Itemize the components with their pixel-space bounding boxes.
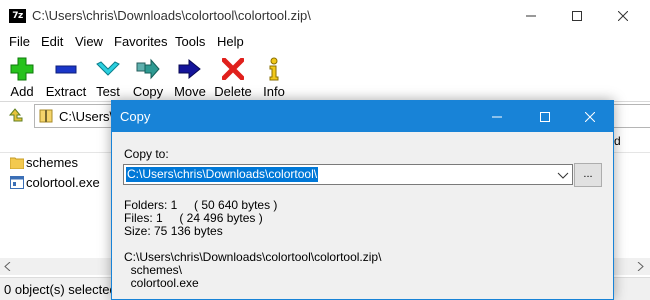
chevron-down-icon <box>557 172 569 179</box>
copy-button[interactable]: Copy <box>132 52 164 100</box>
copy-label: Copy <box>132 84 164 99</box>
menu-edit[interactable]: Edit <box>41 34 63 49</box>
add-button[interactable]: Add <box>8 52 36 100</box>
archive-path: C:\Users\chris\Downloads\colortool\color… <box>124 250 382 264</box>
toolbar: Add Extract Test Copy Move Delete Info <box>0 52 650 100</box>
move-button[interactable]: Move <box>173 52 207 100</box>
copy-to-label: Copy to: <box>124 147 169 161</box>
delete-button[interactable]: Delete <box>214 52 252 100</box>
destination-path-value: C:\Users\chris\Downloads\colortool\ <box>126 167 319 182</box>
close-button[interactable] <box>600 0 646 32</box>
folders-info: Folders: 1 ( 50 640 bytes ) <box>124 198 278 212</box>
plus-icon <box>9 56 35 82</box>
archive-item-colortool: colortool.exe <box>124 276 199 290</box>
menu-view[interactable]: View <box>75 34 103 49</box>
dialog-maximize-button[interactable] <box>522 101 568 132</box>
status-text: 0 object(s) selected <box>4 282 117 297</box>
seven-zip-app-icon: 7z <box>9 9 26 23</box>
add-label: Add <box>10 84 34 99</box>
menu-file[interactable]: File <box>9 34 30 49</box>
minimize-button[interactable] <box>508 0 554 32</box>
maximize-icon <box>572 11 582 21</box>
window-title: C:\Users\chris\Downloads\colortool\color… <box>32 8 311 23</box>
maximize-button[interactable] <box>554 0 600 32</box>
archive-item-schemes: schemes\ <box>124 263 183 277</box>
up-folder-button[interactable] <box>4 105 26 127</box>
column-header[interactable]: d <box>614 134 621 148</box>
dialog-title-bar: Copy <box>112 101 613 132</box>
folder-icon <box>10 157 24 169</box>
dialog-minimize-button[interactable] <box>474 101 520 132</box>
x-icon <box>220 56 246 82</box>
test-button[interactable]: Test <box>94 52 122 100</box>
check-icon <box>95 56 121 82</box>
dialog-close-button[interactable] <box>567 101 613 132</box>
dialog-title: Copy <box>120 109 151 124</box>
info-label: Info <box>263 84 285 99</box>
menu-help[interactable]: Help <box>217 34 244 49</box>
info-icon <box>261 56 287 82</box>
delete-label: Delete <box>214 84 252 99</box>
exe-icon <box>10 176 24 189</box>
file-name: colortool.exe <box>26 175 100 190</box>
size-info: Size: 75 136 bytes <box>124 224 223 238</box>
menu-favorites[interactable]: Favorites <box>114 34 167 49</box>
minimize-icon <box>526 15 536 17</box>
copy-dialog: Copy Copy to: C:\Users\chris\Downloads\c… <box>111 100 614 300</box>
zip-folder-icon <box>39 109 53 123</box>
minimize-icon <box>492 116 502 117</box>
info-button[interactable]: Info <box>261 52 287 100</box>
destination-path-combobox[interactable]: C:\Users\chris\Downloads\colortool\ <box>123 164 573 185</box>
minus-icon <box>53 56 79 82</box>
menu-tools[interactable]: Tools <box>175 34 205 49</box>
close-icon <box>585 111 595 122</box>
scroll-right-icon <box>637 262 644 271</box>
close-icon <box>618 11 628 21</box>
file-name: schemes <box>26 155 79 170</box>
menu-bar: File Edit View Favorites Tools Help <box>0 32 650 52</box>
browse-button[interactable]: ... <box>574 163 602 187</box>
files-info: Files: 1 ( 24 496 bytes ) <box>124 211 263 225</box>
scroll-left-icon <box>4 262 11 271</box>
up-arrow-icon <box>8 108 23 122</box>
maximize-icon <box>540 111 550 122</box>
test-label: Test <box>96 84 120 99</box>
move-arrow-icon <box>177 56 203 82</box>
copy-arrow-icon <box>135 56 161 82</box>
title-bar: 7z C:\Users\chris\Downloads\colortool\co… <box>0 0 650 32</box>
extract-button[interactable]: Extract <box>44 52 88 100</box>
move-label: Move <box>174 84 206 99</box>
extract-label: Extract <box>45 84 87 99</box>
